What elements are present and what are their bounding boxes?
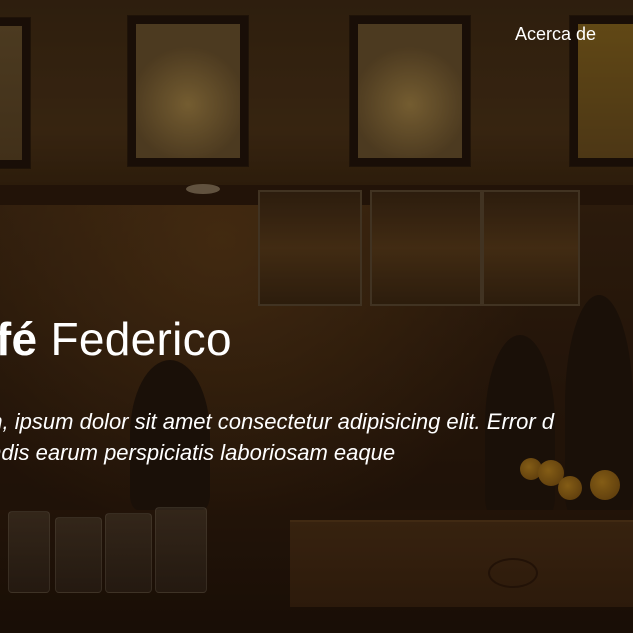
title-bold-part: afé xyxy=(0,313,38,365)
subtitle-line-1: em, ipsum dolor sit amet consectetur adi… xyxy=(0,409,555,434)
subtitle-line-2: iendis earum perspiciatis laboriosam eaq… xyxy=(0,440,396,465)
hero-subtitle: em, ipsum dolor sit amet consectetur adi… xyxy=(0,406,633,468)
title-regular-part: Federico xyxy=(50,313,232,365)
nav-link-about[interactable]: Acerca de xyxy=(515,24,596,45)
page-title: afé Federico xyxy=(0,312,232,366)
hero-section: Acerca de afé Federico em, ipsum dolor s… xyxy=(0,0,633,633)
